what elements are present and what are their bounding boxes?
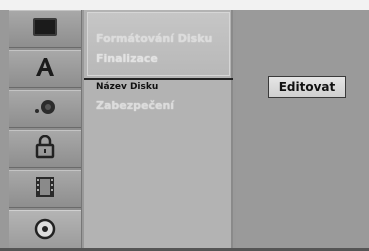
tab-language[interactable] bbox=[9, 50, 81, 88]
font-a-icon bbox=[34, 56, 56, 82]
screen-icon bbox=[32, 17, 58, 41]
menu-item-format-disc[interactable]: Formátování Disku bbox=[96, 32, 212, 45]
lock-icon bbox=[35, 134, 55, 163]
settings-screen: Formátování Disku Finalizace Název Disku… bbox=[0, 0, 369, 251]
disc-icon bbox=[34, 218, 56, 244]
tab-display[interactable] bbox=[9, 10, 81, 48]
options-panel bbox=[236, 10, 369, 251]
tab-recording[interactable] bbox=[9, 170, 81, 208]
menu-item-finalize[interactable]: Finalizace bbox=[96, 52, 158, 65]
tab-lock[interactable] bbox=[9, 130, 81, 168]
selection-bar bbox=[84, 78, 233, 80]
menu-item-protection[interactable]: Zabezpečení bbox=[96, 99, 174, 112]
category-sidebar bbox=[9, 10, 82, 251]
film-icon bbox=[35, 176, 55, 202]
tab-audio[interactable] bbox=[9, 90, 81, 128]
audio-icon bbox=[33, 97, 57, 121]
tab-disc[interactable] bbox=[9, 210, 81, 251]
edit-button[interactable]: Editovat bbox=[268, 76, 346, 98]
menu-item-disc-name[interactable]: Název Disku bbox=[96, 82, 158, 92]
top-band bbox=[0, 0, 369, 10]
